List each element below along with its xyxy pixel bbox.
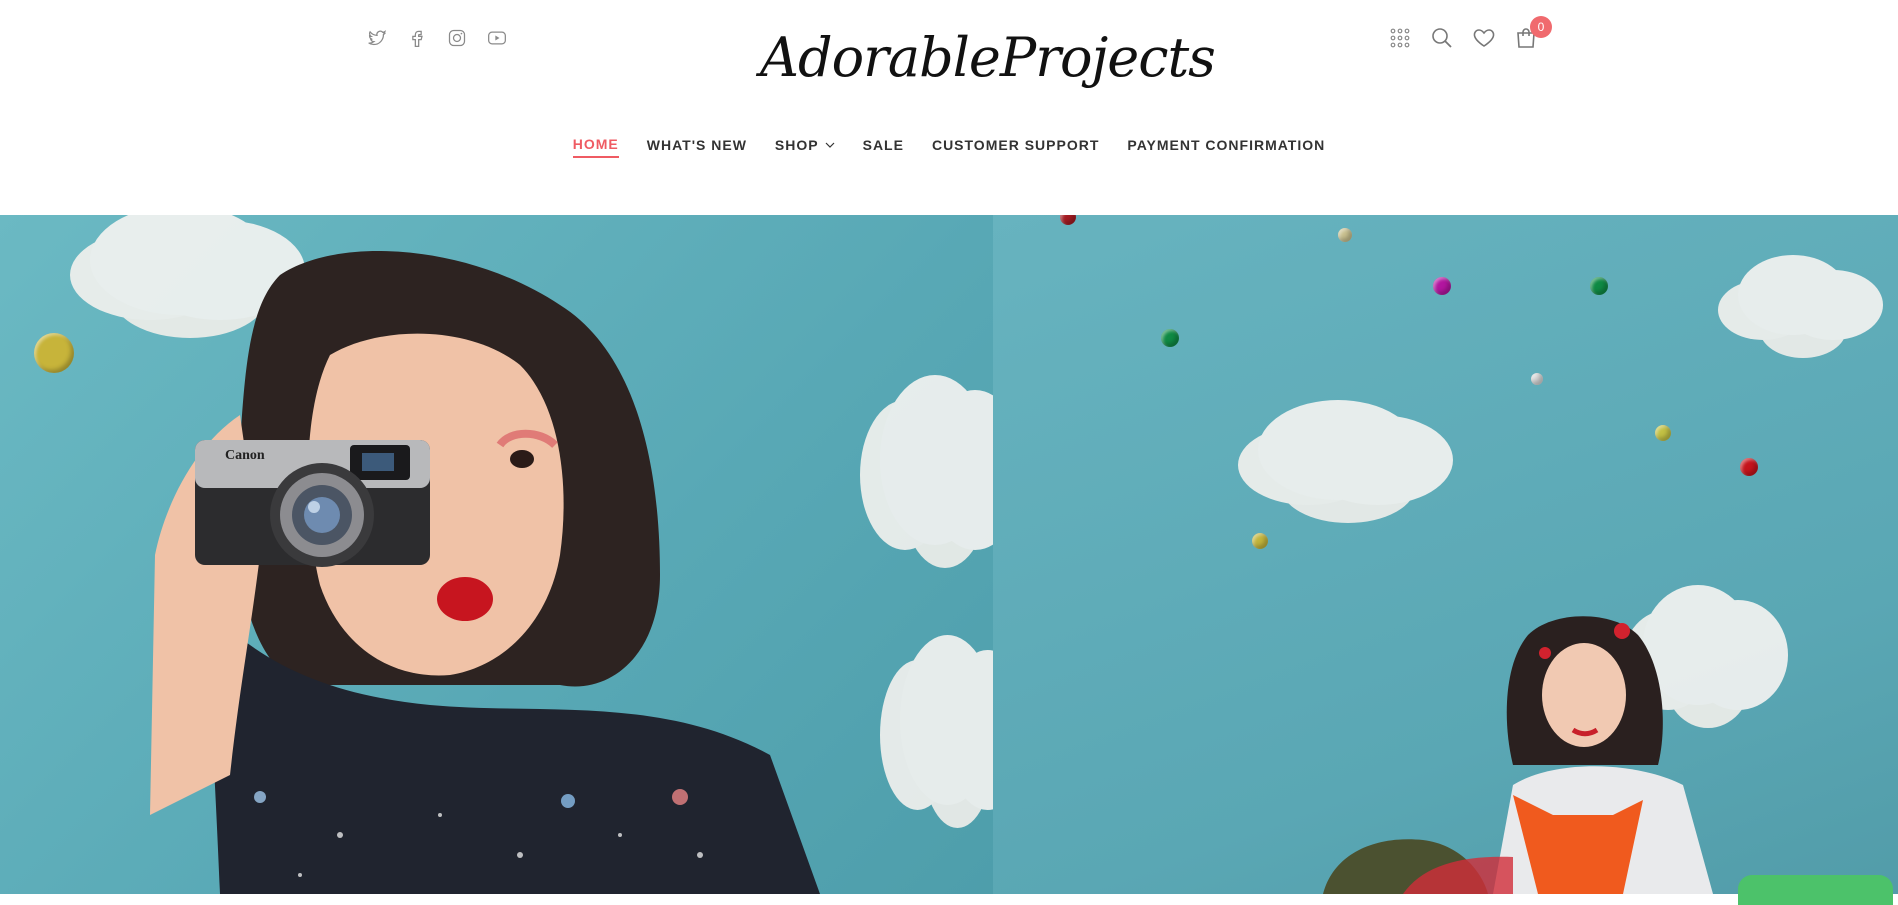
site-header: AdorableProjects 0 HOME WHAT'S NEW SHOP … [0, 0, 1898, 215]
apps-grid-icon[interactable] [1388, 26, 1412, 50]
hero-banner: Canon [0, 215, 1898, 894]
nav-label-sale: SALE [862, 137, 904, 153]
instagram-icon[interactable] [447, 28, 467, 48]
hero-left-image[interactable]: Canon [0, 215, 993, 894]
nav-item-home[interactable]: HOME [572, 136, 619, 158]
facebook-icon[interactable] [407, 28, 427, 48]
chat-widget-button[interactable] [1738, 875, 1893, 905]
header-tools [1388, 26, 1538, 50]
cart-count-badge: 0 [1530, 16, 1552, 38]
main-navigation: HOME WHAT'S NEW SHOP SALE CUSTOMER SUPPO… [0, 136, 1898, 158]
nav-item-whats-new[interactable]: WHAT'S NEW [647, 136, 747, 158]
twitter-icon[interactable] [367, 28, 387, 48]
svg-text:Canon: Canon [225, 448, 265, 463]
nav-label-whats-new: WHAT'S NEW [646, 137, 747, 153]
nav-item-shop[interactable]: SHOP [775, 136, 835, 158]
nav-label-home: HOME [572, 136, 619, 152]
nav-item-sale[interactable]: SALE [863, 136, 904, 158]
social-links [367, 28, 507, 48]
nav-label-shop: SHOP [774, 137, 819, 153]
woman-with-camera-illustration: Canon [150, 251, 820, 894]
chevron-down-icon [825, 142, 835, 148]
nav-item-payment-confirmation[interactable]: PAYMENT CONFIRMATION [1127, 136, 1325, 158]
site-logo[interactable]: AdorableProjects [760, 18, 1216, 98]
heart-icon[interactable] [1472, 26, 1496, 50]
hero-right-image[interactable] [993, 215, 1898, 894]
nav-label-payment-confirmation: PAYMENT CONFIRMATION [1127, 137, 1326, 153]
woman-sitting-illustration [1323, 616, 1713, 894]
nav-label-customer-support: CUSTOMER SUPPORT [931, 137, 1100, 153]
nav-item-customer-support[interactable]: CUSTOMER SUPPORT [932, 136, 1099, 158]
search-icon[interactable] [1430, 26, 1454, 50]
youtube-icon[interactable] [487, 28, 507, 48]
